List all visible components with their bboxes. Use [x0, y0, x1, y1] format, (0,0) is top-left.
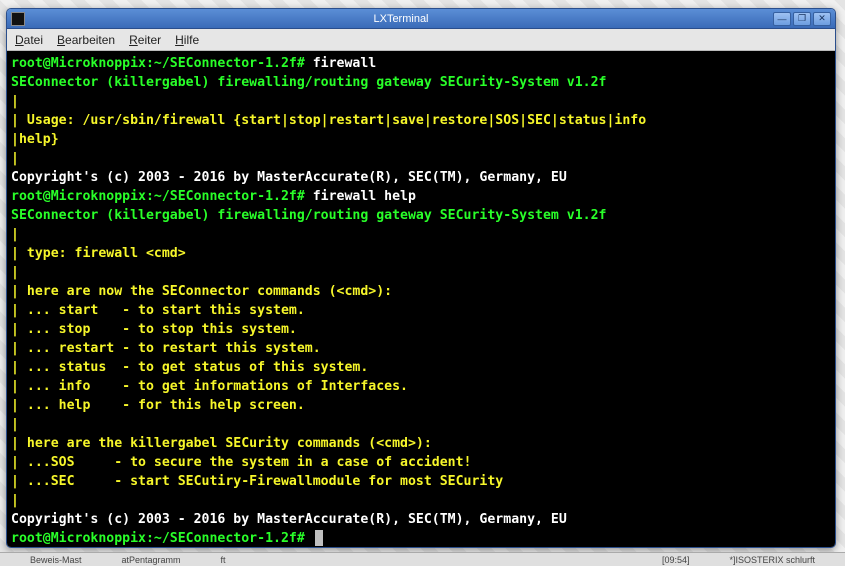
minimize-button[interactable]: —: [773, 12, 791, 26]
window-title: LXTerminal: [29, 13, 773, 25]
titlebar-left: LXTerminal: [11, 12, 773, 26]
taskbar-clock: [09:54]: [662, 555, 690, 565]
window-titlebar[interactable]: LXTerminal — ❐ ✕: [7, 9, 835, 29]
output-line: | here are the killergabel SECurity comm…: [11, 436, 432, 451]
window-control-buttons: — ❐ ✕: [773, 12, 831, 26]
terminal-app-icon: [11, 12, 25, 26]
terminal-output[interactable]: root@Microknoppix:~/SEConnector-1.2f# fi…: [7, 51, 835, 547]
menubar: Datei Bearbeiten Reiter Hilfe: [7, 29, 835, 51]
menu-reiter[interactable]: Reiter: [129, 33, 161, 47]
desktop-taskbar[interactable]: Beweis-Mast atPentagramm ft [09:54] *]IS…: [0, 552, 845, 566]
output-line: SEConnector (killergabel) firewalling/ro…: [11, 75, 606, 90]
output-line: | ...SOS - to secure the system in a cas…: [11, 455, 472, 470]
terminal-window: LXTerminal — ❐ ✕ Datei Bearbeiten Reiter…: [6, 8, 836, 548]
output-line: |: [11, 493, 19, 508]
output-line: | here are now the SEConnector commands …: [11, 284, 392, 299]
taskbar-tray: *]ISOSTERIX schlurft: [729, 555, 815, 565]
menu-datei[interactable]: Datei: [15, 33, 43, 47]
taskbar-item[interactable]: atPentagramm: [122, 555, 181, 565]
command: firewall: [305, 56, 376, 71]
taskbar-item[interactable]: Beweis-Mast: [30, 555, 82, 565]
output-line: Copyright's (c) 2003 - 2016 by MasterAcc…: [11, 170, 567, 185]
terminal-cursor: [315, 530, 323, 546]
output-line: | ... stop - to stop this system.: [11, 322, 297, 337]
output-line: |help}: [11, 132, 59, 147]
output-line: |: [11, 417, 19, 432]
prompt: root@Microknoppix:~/SEConnector-1.2f#: [11, 531, 313, 546]
command: firewall help: [305, 189, 416, 204]
output-line: | ... start - to start this system.: [11, 303, 305, 318]
prompt: root@Microknoppix:~/SEConnector-1.2f#: [11, 189, 305, 204]
output-line: | ... info - to get informations of Inte…: [11, 379, 408, 394]
output-line: |: [11, 265, 19, 280]
close-button[interactable]: ✕: [813, 12, 831, 26]
output-line: | Usage: /usr/sbin/firewall {start|stop|…: [11, 113, 646, 128]
taskbar-item[interactable]: ft: [221, 555, 226, 565]
output-line: | type: firewall <cmd>: [11, 246, 186, 261]
output-line: |: [11, 94, 19, 109]
menu-hilfe[interactable]: Hilfe: [175, 33, 199, 47]
output-line: SEConnector (killergabel) firewalling/ro…: [11, 208, 606, 223]
menu-bearbeiten[interactable]: Bearbeiten: [57, 33, 115, 47]
output-line: | ...SEC - start SECutiry-Firewallmodule…: [11, 474, 503, 489]
output-line: |: [11, 151, 19, 166]
output-line: |: [11, 227, 19, 242]
output-line: | ... status - to get status of this sys…: [11, 360, 368, 375]
output-line: Copyright's (c) 2003 - 2016 by MasterAcc…: [11, 512, 567, 527]
maximize-button[interactable]: ❐: [793, 12, 811, 26]
prompt: root@Microknoppix:~/SEConnector-1.2f#: [11, 56, 305, 71]
output-line: | ... restart - to restart this system.: [11, 341, 321, 356]
output-line: | ... help - for this help screen.: [11, 398, 305, 413]
